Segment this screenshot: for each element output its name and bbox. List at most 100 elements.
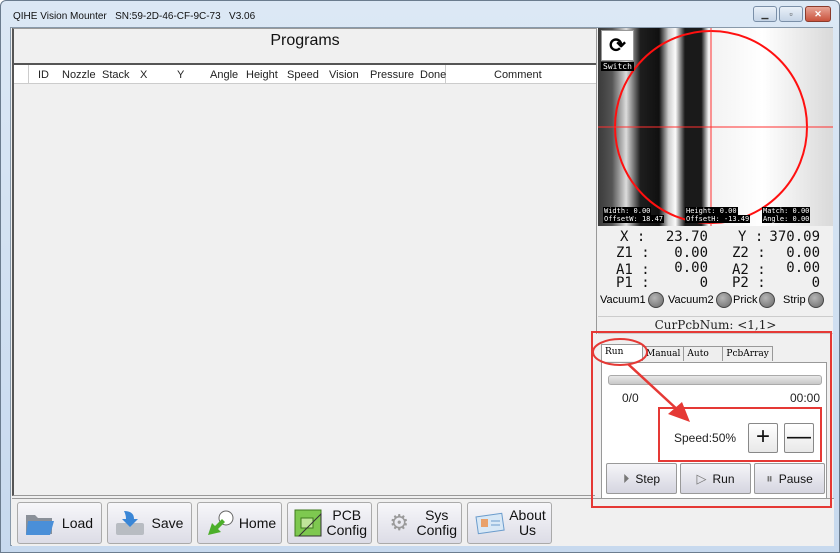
about-us-button[interactable]: About Us (467, 502, 552, 544)
p2-value: 0 (811, 275, 820, 291)
camera-switch-button[interactable]: ⟳ (601, 30, 634, 61)
close-icon: ✕ (814, 8, 822, 19)
gears-icon: ⚙ (389, 510, 410, 535)
programs-title: Programs (270, 32, 340, 49)
pause-label: Pause (778, 471, 813, 486)
sys-config-button[interactable]: ⚙ Sys Config (377, 502, 462, 544)
client-area: Programs ID Nozzle Stack X Y Angle Heigh… (10, 27, 834, 546)
pcb-config-label: PCB Config (326, 507, 367, 538)
indicator-strip[interactable]: Strip (783, 292, 824, 308)
column-header-x[interactable]: X (140, 69, 147, 81)
elapsed-time: 00:00 (789, 391, 820, 405)
speed-decrease-button[interactable]: — (784, 423, 814, 453)
programs-table-header: ID Nozzle Stack X Y Angle Height Speed V… (14, 63, 596, 85)
save-drive-icon (112, 507, 148, 539)
column-header-angle[interactable]: Angle (210, 69, 238, 81)
offseth-readout: OffsetH: -13.49 (685, 215, 751, 223)
tab-run[interactable]: Run (601, 344, 643, 361)
home-label: Home (238, 514, 277, 531)
prick-led-icon (759, 292, 776, 308)
indicator-vacuum2[interactable]: Vacuum2 (668, 292, 732, 308)
run-button[interactable]: ▷ Run (680, 463, 751, 494)
column-header-vision[interactable]: Vision (329, 69, 359, 81)
load-button[interactable]: Load (17, 502, 102, 544)
indicator-label: Prick (733, 294, 758, 306)
folder-icon (22, 507, 58, 539)
maximize-button[interactable]: ▫ (779, 6, 803, 22)
column-header-nozzle[interactable]: Nozzle (62, 69, 96, 81)
a2-value: 0.00 (786, 260, 820, 276)
indicator-vacuum1[interactable]: Vacuum1 (600, 292, 664, 308)
y-value: 370.09 (769, 229, 820, 245)
programs-table-body[interactable] (14, 84, 596, 494)
close-button[interactable]: ✕ (805, 6, 831, 22)
progress-count: 0/0 (622, 391, 639, 405)
strip-led-icon (807, 292, 824, 308)
height-readout: Height: 0.00 (685, 207, 738, 215)
contact-card-icon (472, 507, 508, 539)
width-readout: Width: 0.00 (603, 207, 652, 215)
indicator-row: Vacuum1 Vacuum2 Prick Strip (600, 292, 832, 312)
run-label: Run (712, 471, 735, 486)
window-title: QIHE Vision Mounter SN:59-2D-46-CF-9C-73… (13, 11, 255, 22)
indicator-label: Strip (783, 294, 806, 306)
x-value: 23.70 (665, 229, 708, 245)
column-header-pressure[interactable]: Pressure (370, 69, 414, 81)
maximize-icon: ▫ (789, 9, 793, 19)
minus-icon: — (787, 423, 811, 450)
column-header-stack[interactable]: Stack (102, 69, 130, 81)
serial-number: SN:59-2D-46-CF-9C-73 (115, 11, 221, 22)
pcb-board-icon (292, 507, 327, 539)
z1-value: 0.00 (674, 245, 708, 261)
bottom-toolbar: Load Save Home PCB Config ⚙ Sys Config A… (12, 498, 834, 546)
step-button[interactable]: ⏵ Step (606, 463, 677, 494)
camera-view[interactable]: ⟳ Switch Width: 0.00 OffsetW: 18.47 Heig… (598, 28, 833, 226)
refresh-arrows-icon: ⟳ (609, 35, 626, 57)
column-divider (28, 65, 29, 85)
a1-value: 0.00 (674, 260, 708, 276)
indicator-prick[interactable]: Prick (733, 292, 776, 308)
load-label: Load (61, 514, 94, 531)
match-readout: Match: 0.00 (762, 207, 811, 215)
pause-icon: ⏸ (766, 470, 773, 486)
run-progress-bar (608, 375, 822, 385)
column-header-id[interactable]: ID (38, 69, 49, 81)
app-name: QIHE Vision Mounter (13, 11, 107, 22)
save-label: Save (151, 514, 184, 531)
column-header-y[interactable]: Y (177, 69, 184, 81)
vacuum1-led-icon (647, 292, 664, 308)
camera-switch-label: Switch (601, 62, 634, 71)
app-window: QIHE Vision Mounter SN:59-2D-46-CF-9C-73… (0, 0, 840, 553)
title-bar: QIHE Vision Mounter SN:59-2D-46-CF-9C-73… (1, 1, 839, 27)
tab-manual[interactable]: Manual (642, 346, 685, 361)
tab-pcbarray[interactable]: PcbArray (722, 346, 773, 361)
run-tab-page: 0/0 00:00 Speed:50% + — ⏵ Step ▷ Run ⏸ Paus… (601, 362, 827, 500)
tab-auto[interactable]: Auto (683, 346, 724, 361)
run-control-panel: Run Manual Auto PcbArray 0/0 00:00 Speed… (595, 334, 833, 510)
pause-button[interactable]: ⏸ Pause (754, 463, 825, 494)
minimize-button[interactable]: ▁ (753, 6, 777, 22)
save-button[interactable]: Save (107, 502, 192, 544)
plus-icon: + (755, 423, 770, 450)
run-tabs: Run Manual Auto PcbArray (601, 344, 773, 361)
app-version: V3.06 (229, 11, 256, 22)
speed-increase-button[interactable]: + (748, 423, 778, 453)
home-arrow-icon (202, 507, 238, 539)
speed-label: Speed:50% (674, 431, 737, 445)
column-header-height[interactable]: Height (246, 69, 278, 81)
column-header-done[interactable]: Done (420, 69, 446, 81)
home-button[interactable]: Home (197, 502, 282, 544)
z2-value: 0.00 (786, 245, 820, 261)
play-icon: ▷ (696, 470, 707, 486)
indicator-label: Vacuum1 (600, 294, 646, 306)
pcb-config-button[interactable]: PCB Config (287, 502, 372, 544)
programs-panel: Programs ID Nozzle Stack X Y Angle Heigh… (12, 28, 597, 496)
about-us-label: About Us (509, 507, 546, 538)
step-icon: ⏵ (622, 470, 630, 486)
current-pcb-number: CurPcbNum: <1,1> (598, 316, 833, 334)
minimize-icon: ▁ (761, 8, 769, 19)
step-label: Step (635, 471, 661, 486)
p1-value: 0 (699, 275, 708, 291)
column-header-speed[interactable]: Speed (287, 69, 319, 81)
column-header-comment[interactable]: Comment (494, 69, 542, 81)
